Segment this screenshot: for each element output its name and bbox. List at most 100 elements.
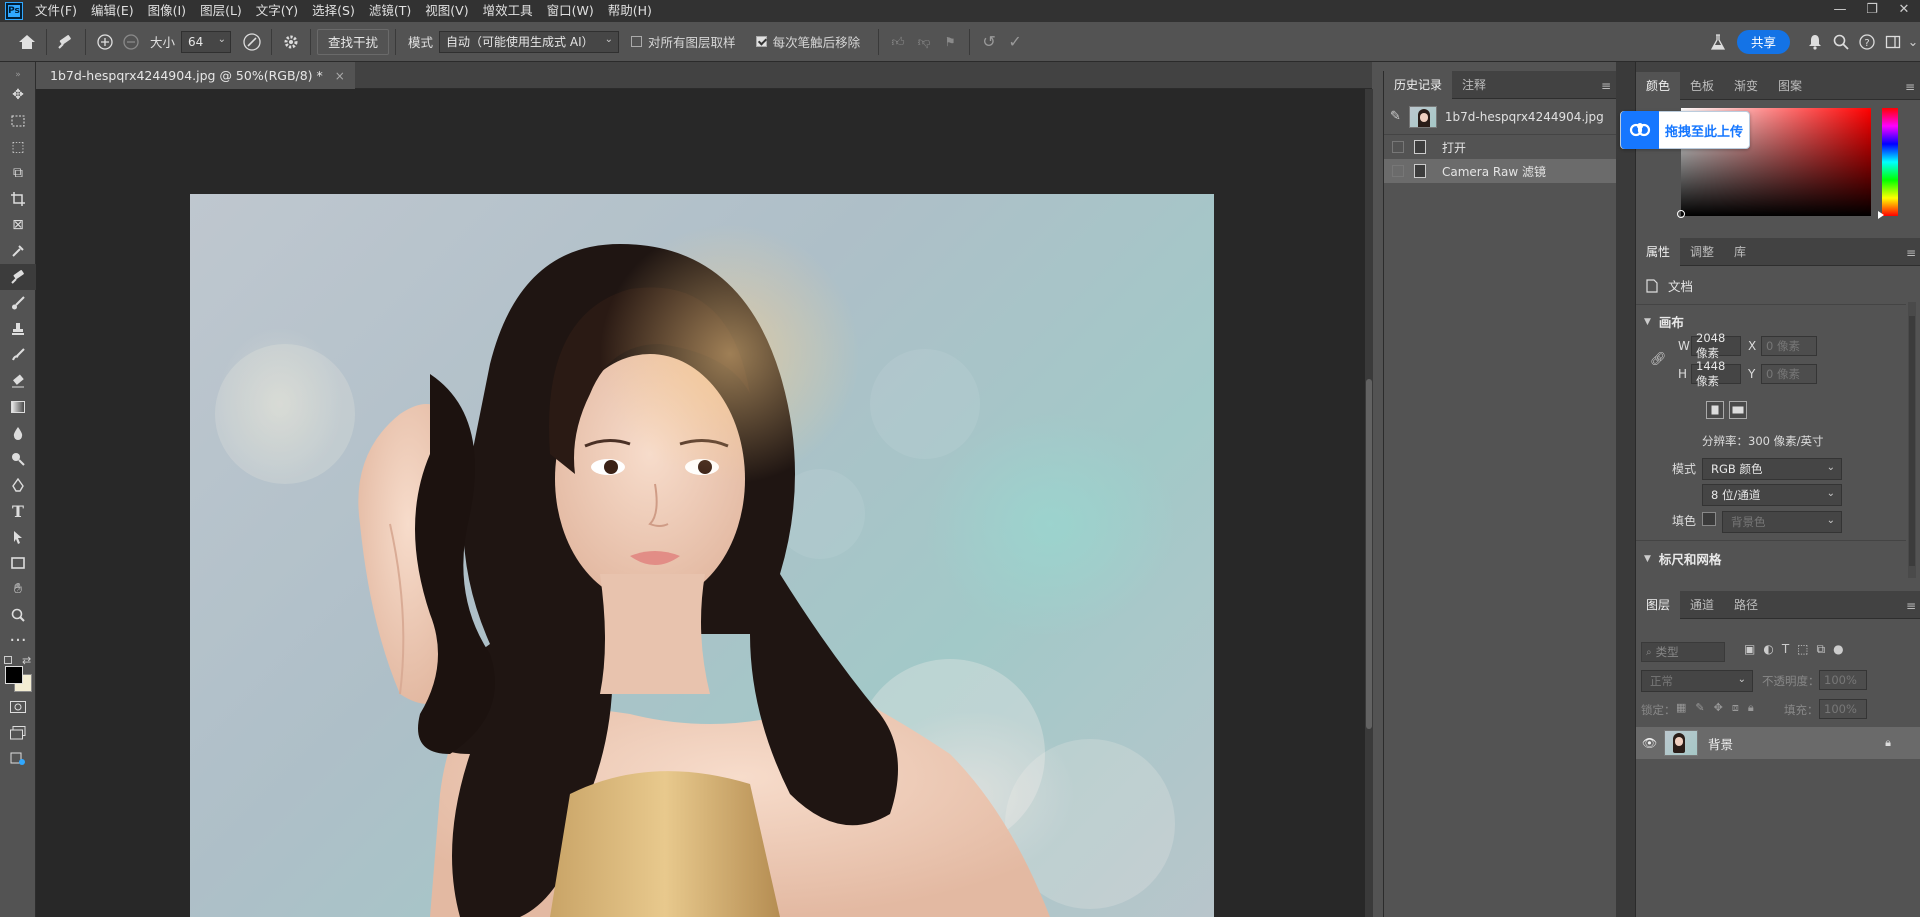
document-tab[interactable]: 1b7d-hespqrx4244904.jpg @ 50%(RGB/8) * × <box>36 62 355 89</box>
minimize-button[interactable]: — <box>1824 0 1856 22</box>
more-tools-icon[interactable]: ··· <box>0 628 36 654</box>
gradient-tool-icon[interactable] <box>0 394 36 420</box>
type-tool-icon[interactable]: T <box>0 498 36 524</box>
dodge-tool-icon[interactable] <box>0 446 36 472</box>
frame-tool-icon[interactable]: ⊠ <box>0 212 36 238</box>
menu-type[interactable]: 文字(Y) <box>249 0 305 22</box>
lock-transparency-icon[interactable]: ▦ <box>1676 701 1686 715</box>
tab-channels[interactable]: 通道 <box>1680 591 1724 619</box>
menu-file[interactable]: 文件(F) <box>28 0 84 22</box>
thumbs-up-icon[interactable]: 👍︎ <box>885 29 911 55</box>
canvas-vertical-scrollbar[interactable] <box>1365 89 1373 917</box>
eraser-tool-icon[interactable] <box>0 368 36 394</box>
undo-icon[interactable]: ↺ <box>976 29 1002 55</box>
hue-slider-handle[interactable] <box>1878 211 1884 219</box>
rulers-grids-section-header[interactable]: ▼ 标尺和网格 <box>1644 549 1721 568</box>
filter-type-icon[interactable]: T <box>1782 642 1789 657</box>
marquee-tool-icon[interactable] <box>0 108 36 134</box>
rectangle-tool-icon[interactable] <box>0 550 36 576</box>
default-colors-icon[interactable] <box>4 656 12 664</box>
tab-libraries[interactable]: 库 <box>1724 238 1756 266</box>
baidu-upload-widget[interactable]: 拖拽至此上传 <box>1620 111 1750 149</box>
fill-input[interactable]: 100% <box>1819 699 1867 719</box>
workspace-icon[interactable] <box>1880 29 1906 55</box>
menu-window[interactable]: 窗口(W) <box>540 0 601 22</box>
panel-menu-icon[interactable]: ≡ <box>1905 80 1915 94</box>
close-window-button[interactable]: ✕ <box>1888 0 1920 22</box>
subtract-brush-mode-icon[interactable] <box>118 29 144 55</box>
menu-plugins[interactable]: 增效工具 <box>476 0 540 22</box>
history-item-open[interactable]: 打开 <box>1384 135 1616 159</box>
help-icon[interactable]: ? <box>1854 29 1880 55</box>
scrollbar-thumb[interactable] <box>1366 379 1372 729</box>
history-snapshot[interactable]: ✎ 1b7d-hespqrx4244904.jpg <box>1384 99 1616 135</box>
chevron-down-icon[interactable]: ⌄ <box>218 34 226 45</box>
find-distractions-button[interactable]: 查找干扰 <box>317 28 390 55</box>
screen-mode-icon[interactable] <box>0 720 36 746</box>
pen-tool-icon[interactable] <box>0 472 36 498</box>
menu-view[interactable]: 视图(V) <box>418 0 475 22</box>
crop-tool-icon[interactable] <box>0 186 36 212</box>
width-input[interactable]: 2048 像素 <box>1691 331 1741 360</box>
history-source-box[interactable] <box>1392 165 1404 177</box>
lock-position-icon[interactable]: ✥ <box>1714 701 1723 715</box>
quick-selection-tool-icon[interactable]: ⧉ <box>0 160 36 186</box>
collapse-toolbar-icon[interactable]: » <box>0 68 36 82</box>
history-item-camera-raw[interactable]: Camera Raw 滤镜 <box>1384 159 1616 183</box>
lock-pixels-icon[interactable]: ✎ <box>1695 701 1704 715</box>
menu-select[interactable]: 选择(S) <box>305 0 362 22</box>
brush-tool-icon[interactable] <box>0 290 36 316</box>
lock-all-icon[interactable]: 🔒︎ <box>1748 701 1754 715</box>
bit-depth-select[interactable]: 8 位/通道 ⌄ <box>1702 484 1842 506</box>
thumbs-down-icon[interactable]: 👎︎ <box>911 29 937 55</box>
y-input[interactable]: 0 像素 <box>1761 364 1817 384</box>
remove-tool-preset-icon[interactable] <box>53 29 79 55</box>
blur-tool-icon[interactable] <box>0 420 36 446</box>
properties-scrollbar[interactable] <box>1908 302 1916 578</box>
canvas-section-header[interactable]: ▼ 画布 <box>1644 312 1684 331</box>
fill-swatch[interactable] <box>1702 512 1716 526</box>
tab-layers[interactable]: 图层 <box>1636 590 1681 619</box>
tab-paths[interactable]: 路径 <box>1724 591 1768 619</box>
remove-tool-icon[interactable] <box>0 264 36 290</box>
filter-pixel-icon[interactable]: ▣ <box>1744 642 1755 657</box>
panel-menu-icon[interactable]: ≡ <box>1906 246 1916 260</box>
sample-all-layers-checkbox[interactable]: 对所有图层取样 <box>631 32 736 51</box>
swap-colors-icon[interactable]: ⇄ <box>22 654 31 667</box>
filter-smart-object-icon[interactable]: ⧉ <box>1817 642 1826 657</box>
mode-select[interactable]: 自动（可能使用生成式 AI） ⌄ <box>439 30 620 53</box>
clone-stamp-tool-icon[interactable] <box>0 316 36 342</box>
panel-menu-icon[interactable]: ≡ <box>1601 79 1611 93</box>
tab-properties[interactable]: 属性 <box>1636 237 1681 266</box>
tab-color[interactable]: 颜色 <box>1636 71 1681 100</box>
menu-filter[interactable]: 滤镜(T) <box>362 0 418 22</box>
pressure-size-icon[interactable] <box>239 29 265 55</box>
zoom-tool-icon[interactable] <box>0 602 36 628</box>
tab-history[interactable]: 历史记录 <box>1384 70 1453 99</box>
restore-button[interactable]: ❐ <box>1856 0 1888 22</box>
remove-after-stroke-checkbox[interactable]: 每次笔触后移除 <box>755 32 860 51</box>
history-brush-source-icon[interactable]: ✎ <box>1390 109 1401 124</box>
tab-patterns[interactable]: 图案 <box>1768 72 1812 100</box>
close-tab-icon[interactable]: × <box>335 69 345 83</box>
generative-credits-icon[interactable] <box>0 746 36 772</box>
layer-lock-icon[interactable]: 🔒︎ <box>1885 736 1891 750</box>
eyedropper-tool-icon[interactable] <box>0 238 36 264</box>
menu-help[interactable]: 帮助(H) <box>601 0 659 22</box>
history-brush-tool-icon[interactable] <box>0 342 36 368</box>
foreground-color-swatch[interactable] <box>5 666 23 684</box>
chevron-down-icon[interactable]: ⌄ <box>1906 29 1920 55</box>
fill-select[interactable]: 背景色 ⌄ <box>1722 511 1842 533</box>
menu-layer[interactable]: 图层(L) <box>193 0 249 22</box>
move-tool-icon[interactable]: ✥ <box>0 82 36 108</box>
commit-checkmark-icon[interactable]: ✓ <box>1002 29 1028 55</box>
portrait-orientation-button[interactable] <box>1706 401 1724 419</box>
tab-gradients[interactable]: 渐变 <box>1724 72 1768 100</box>
lock-artboard-icon[interactable]: ⧈ <box>1732 701 1739 715</box>
quick-mask-icon[interactable] <box>0 694 36 720</box>
height-input[interactable]: 1448 像素 <box>1691 359 1741 388</box>
landscape-orientation-button[interactable] <box>1729 401 1747 419</box>
layer-row-background[interactable]: 👁︎ 背景 🔒︎ <box>1636 727 1920 759</box>
document-image[interactable] <box>190 194 1214 917</box>
gear-icon[interactable] <box>278 29 304 55</box>
